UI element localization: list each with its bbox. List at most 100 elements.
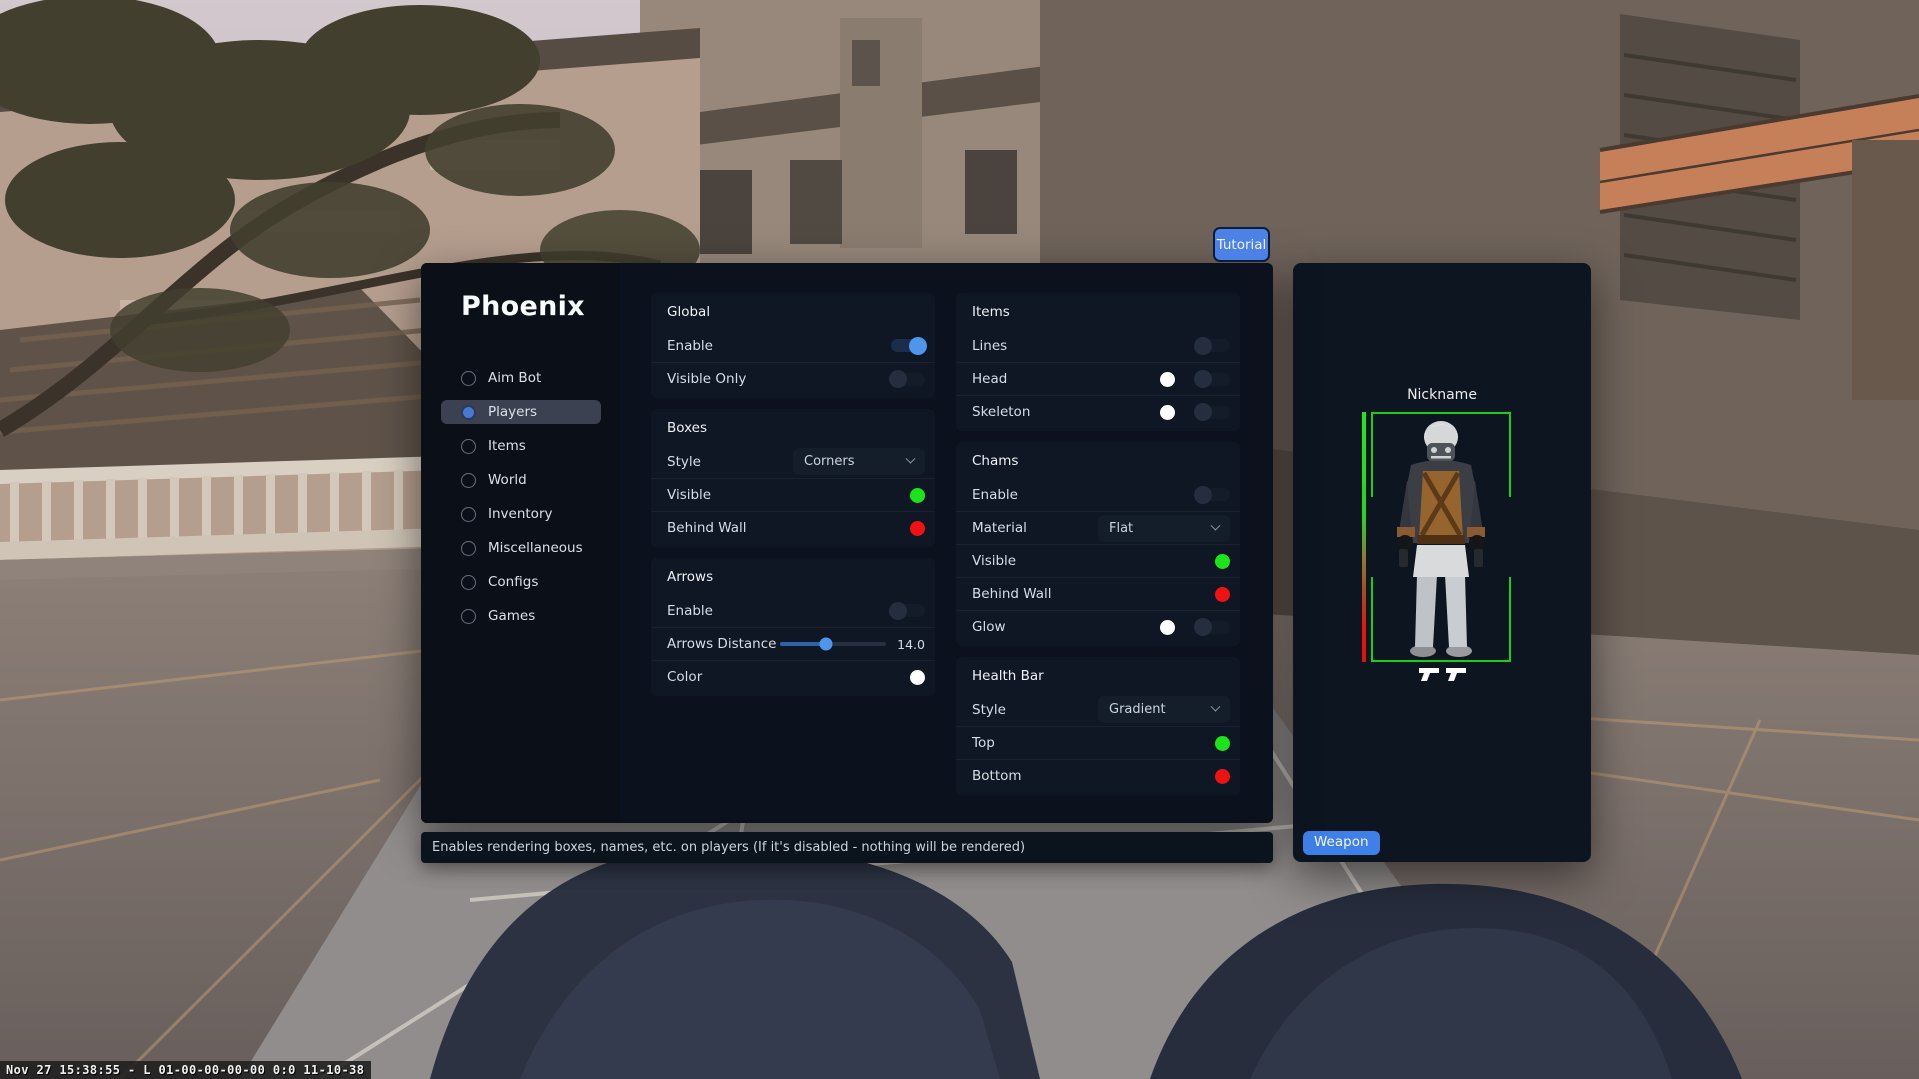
sidebar-item-players[interactable]: Players (441, 400, 601, 424)
sidebar-item-items[interactable]: Items (441, 434, 601, 458)
sidebar-item-world[interactable]: World (441, 468, 601, 492)
toggle-switch[interactable] (1196, 339, 1230, 352)
chevron-down-icon (1211, 702, 1221, 712)
setting-label: Style (667, 454, 701, 470)
card-title: Chams (956, 444, 1240, 478)
color-swatch[interactable] (910, 521, 925, 536)
sidebar-item-label: Miscellaneous (488, 540, 583, 556)
sidebar-item-label: World (488, 472, 527, 488)
toggle-knob (889, 370, 907, 388)
sidebar-item-label: Inventory (488, 506, 552, 522)
color-swatch[interactable] (1215, 587, 1230, 602)
color-swatch[interactable] (1215, 769, 1230, 784)
weapon-icons (1293, 665, 1591, 683)
color-swatch[interactable] (1160, 372, 1175, 387)
setting-label: Enable (667, 603, 713, 619)
toggle-knob (1194, 403, 1212, 421)
color-swatch[interactable] (910, 488, 925, 503)
setting-row-visible-only: Visible Only (651, 362, 935, 395)
dropdown-select[interactable]: Flat (1098, 515, 1230, 542)
toggle-switch[interactable] (891, 339, 925, 352)
setting-label: Material (972, 520, 1027, 536)
setting-row-behind-wall: Behind Wall (651, 511, 935, 544)
menu-panel: Phoenix Aim BotPlayersItemsWorldInventor… (421, 263, 1273, 823)
dropdown-value: Corners (804, 454, 855, 469)
setting-row-style: Style Gradient (956, 693, 1240, 726)
weapon-label[interactable]: Weapon (1303, 831, 1380, 855)
sidebar-nav: Aim Bot Players Items World Inventory Miscell… (441, 366, 601, 638)
slider-thumb[interactable] (819, 638, 832, 651)
toggle-switch[interactable] (1196, 373, 1230, 386)
esp-health-bar (1362, 412, 1366, 662)
toggle-knob (1194, 618, 1212, 636)
color-swatch[interactable] (910, 670, 925, 685)
setting-label: Lines (972, 338, 1007, 354)
setting-label: Glow (972, 619, 1006, 635)
toggle-switch[interactable] (891, 373, 925, 386)
toggle-switch[interactable] (1196, 406, 1230, 419)
settings-card-chams: ChamsEnable Material Flat Visible Behind Wal… (956, 442, 1240, 646)
setting-label: Behind Wall (667, 520, 747, 536)
game-screen: Nov 27 15:38:55 - L 01-00-00-00-00 0:0 1… (0, 0, 1919, 1079)
setting-label: Style (972, 702, 1006, 718)
dropdown-value: Gradient (1109, 702, 1166, 717)
setting-label: Visible (667, 487, 711, 503)
card-title: Boxes (651, 411, 935, 445)
setting-label: Color (667, 669, 702, 685)
card-title: Global (651, 295, 935, 329)
chevron-down-icon (906, 454, 916, 464)
sidebar-item-label: Configs (488, 574, 538, 590)
setting-label: Visible (972, 553, 1016, 569)
sidebar-item-configs[interactable]: Configs (441, 570, 601, 594)
preview-nickname: Nickname (1293, 387, 1591, 403)
setting-row-enable: Enable (651, 594, 935, 627)
setting-row-enable: Enable (956, 478, 1240, 511)
dropdown-select[interactable]: Gradient (1098, 696, 1230, 723)
setting-row-visible: Visible (956, 544, 1240, 577)
sidebar-item-games[interactable]: Games (441, 604, 601, 628)
radio-icon (461, 541, 476, 556)
setting-row-skeleton: Skeleton (956, 395, 1240, 428)
sidebar-item-label: Players (488, 404, 537, 420)
color-swatch[interactable] (1160, 620, 1175, 635)
slider-value: 14.0 (891, 637, 925, 652)
setting-label: Top (972, 735, 995, 751)
toggle-knob (1194, 337, 1212, 355)
setting-row-material: Material Flat (956, 511, 1240, 544)
esp-preview-panel: Nickname (1293, 263, 1591, 862)
color-swatch[interactable] (1215, 554, 1230, 569)
slider-track[interactable] (780, 642, 886, 646)
setting-row-style: Style Corners (651, 445, 935, 478)
setting-label: Visible Only (667, 371, 746, 387)
toggle-switch[interactable] (891, 604, 925, 617)
pistol-icon (1417, 665, 1441, 683)
setting-row-color: Color (651, 660, 935, 693)
dropdown-value: Flat (1109, 521, 1133, 536)
card-title: Items (956, 295, 1240, 329)
setting-row-head: Head (956, 362, 1240, 395)
radio-icon (461, 371, 476, 386)
radio-icon (461, 439, 476, 454)
setting-label: Bottom (972, 768, 1022, 784)
sidebar-item-miscellaneous[interactable]: Miscellaneous (441, 536, 601, 560)
sidebar-item-label: Aim Bot (488, 370, 541, 386)
setting-label: Skeleton (972, 404, 1030, 420)
color-swatch[interactable] (1160, 405, 1175, 420)
sidebar-item-label: Items (488, 438, 526, 454)
sidebar-item-aim-bot[interactable]: Aim Bot (441, 366, 601, 390)
settings-card-boxes: Boxes Style Corners Visible Behind Wall (651, 409, 935, 547)
tutorial-button[interactable]: Tutorial (1213, 227, 1270, 262)
settings-card-global: GlobalEnableVisible Only (651, 293, 935, 398)
dropdown-select[interactable]: Corners (793, 448, 925, 475)
toggle-switch[interactable] (1196, 621, 1230, 634)
setting-label: Head (972, 371, 1007, 387)
color-swatch[interactable] (1215, 736, 1230, 751)
radio-icon (461, 473, 476, 488)
radio-icon (461, 609, 476, 624)
toggle-knob (1194, 486, 1212, 504)
radio-icon (461, 405, 476, 420)
setting-row-lines: Lines (956, 329, 1240, 362)
setting-row-behind-wall: Behind Wall (956, 577, 1240, 610)
toggle-switch[interactable] (1196, 488, 1230, 501)
sidebar-item-inventory[interactable]: Inventory (441, 502, 601, 526)
